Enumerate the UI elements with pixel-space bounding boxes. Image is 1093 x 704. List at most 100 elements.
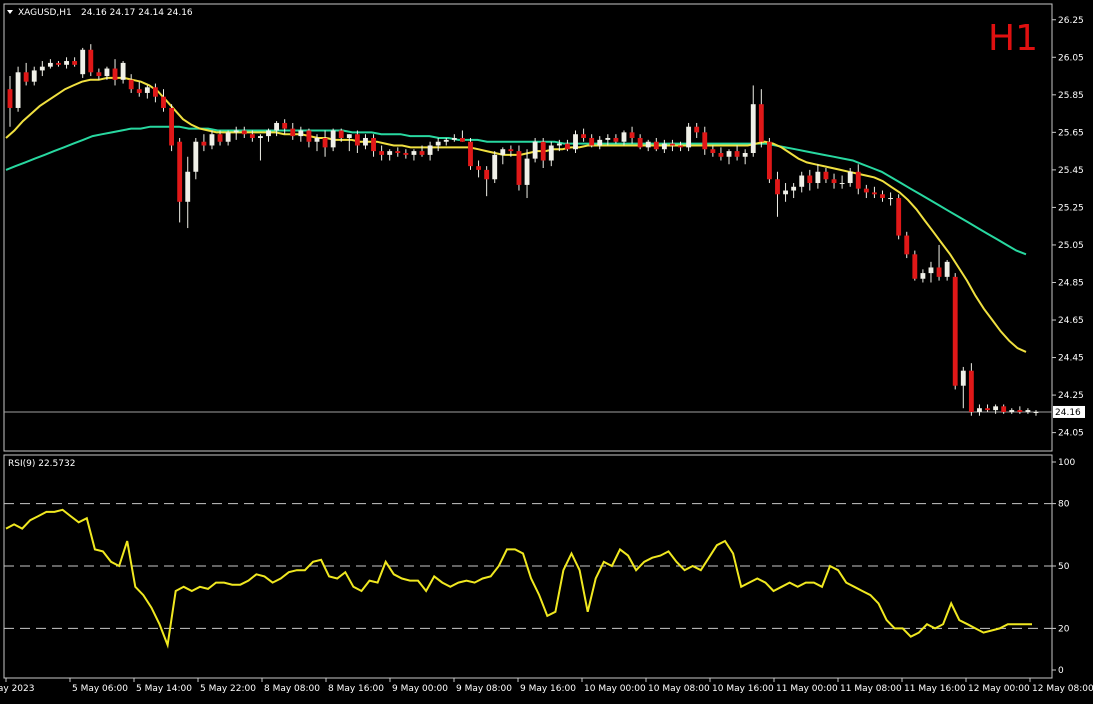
candle-body-bear	[338, 130, 344, 138]
candle-body-bear	[872, 192, 877, 195]
time-tick-label: 12 May 00:00	[968, 684, 1030, 694]
candle-body-bull	[427, 145, 433, 155]
candle-body-bull	[597, 139, 603, 146]
candle-body-bear	[241, 130, 247, 135]
candle-body-bear	[395, 151, 401, 153]
candle-body-bull	[120, 62, 126, 80]
candle-body-bull	[686, 126, 692, 148]
time-tick-label: 4 May 2023	[0, 684, 34, 694]
chart-canvas[interactable]: 26.25 26.05 25.85 25.65 25.45 25.25 25.05 24.85…	[0, 0, 1093, 700]
symbol-label: XAGUSD,H1	[18, 8, 72, 18]
current-price-label: 24.16	[1055, 408, 1081, 418]
candle	[516, 145, 522, 191]
candle-body-bull	[1025, 410, 1031, 412]
candle-body-bull	[492, 154, 498, 180]
candle-body-bear	[371, 137, 376, 152]
candle-body-bull	[31, 70, 37, 82]
candle-body-bull	[387, 151, 393, 155]
candle-body-bear	[282, 122, 288, 129]
candle-body-bear	[952, 276, 958, 386]
candle-body-bull	[532, 141, 538, 159]
candle-body-bear	[169, 107, 174, 146]
price-tick-label: 25.05	[1058, 241, 1084, 251]
candle	[952, 273, 958, 390]
candle-body-bear	[540, 141, 546, 161]
price-tick-label: 24.65	[1058, 316, 1084, 326]
candle-body-bear	[565, 143, 570, 150]
trading-chart[interactable]: 26.25 26.05 25.85 25.65 25.45 25.25 25.05 24.85…	[0, 0, 1093, 700]
candle-body-bull	[1033, 411, 1039, 413]
candle-body-bull	[815, 171, 821, 184]
candle-body-bull	[346, 134, 352, 138]
time-tick-label: 9 May 00:00	[392, 684, 448, 694]
candle-body-bull	[920, 273, 926, 279]
candle-body-bear	[670, 143, 675, 146]
candle-body-bear	[403, 152, 409, 155]
candle	[468, 137, 473, 170]
candle-body-bull	[15, 72, 21, 108]
candle-body-bear	[476, 166, 481, 170]
price-tick-label: 26.25	[1058, 16, 1084, 26]
candle-body-bull	[1009, 410, 1015, 412]
candle-body-bull	[661, 143, 667, 150]
candle-body-bear	[379, 151, 385, 155]
candle-body-bull	[839, 183, 845, 185]
candle-body-bear	[807, 175, 813, 184]
candle-body-bear	[306, 130, 312, 142]
price-tick-label: 25.65	[1058, 128, 1084, 138]
candle-body-bull	[193, 141, 199, 172]
candle-body-bull	[944, 261, 950, 277]
candle-body-bear	[96, 72, 102, 77]
candle	[686, 122, 692, 152]
candle-body-bull	[209, 134, 215, 146]
candle	[904, 231, 910, 259]
candle-body-bear	[775, 179, 780, 195]
candle-body-bear	[823, 171, 829, 180]
candle-body-bull	[435, 141, 441, 146]
candle-body-bear	[177, 141, 183, 202]
price-tick-label: 26.05	[1058, 53, 1084, 63]
candle-body-bull	[621, 132, 627, 142]
candle-body-bear	[419, 151, 425, 155]
time-tick-label: 10 May 08:00	[648, 684, 710, 694]
time-tick-label: 8 May 16:00	[328, 684, 384, 694]
time-tick-label: 12 May 08:00	[1032, 684, 1093, 694]
time-tick-label: 10 May 16:00	[712, 684, 774, 694]
candle-body-bear	[710, 149, 716, 153]
candle	[912, 250, 918, 281]
candle-body-bear	[653, 141, 659, 150]
candle-body-bear	[354, 134, 360, 146]
candle-body-bull	[993, 406, 999, 411]
candle-body-bear	[136, 89, 142, 93]
candle-body-bear	[912, 254, 918, 279]
candle-body-bear	[7, 89, 13, 108]
candle-body-bull	[258, 136, 263, 138]
candle-body-bear	[468, 141, 473, 167]
candle-body-bear	[249, 134, 255, 138]
candle-body-bull	[144, 87, 150, 93]
candle-body-bull	[928, 267, 934, 274]
candle-body-bear	[72, 61, 78, 65]
time-tick-label: 11 May 00:00	[776, 684, 838, 694]
candle-body-bull	[64, 61, 69, 65]
candle-body-bull	[443, 139, 449, 142]
candle-body-bull	[225, 132, 231, 142]
price-tick-label: 24.85	[1058, 278, 1084, 288]
candle-body-bull	[977, 408, 982, 412]
time-tick-label: 9 May 08:00	[456, 684, 512, 694]
candle-body-bear	[968, 370, 974, 412]
candle-body-bull	[47, 62, 53, 67]
candle-body-bull	[233, 130, 239, 133]
candle-body-bear	[508, 149, 514, 152]
candle-body-bear	[637, 137, 643, 148]
rsi-label: RSI(9) 22.5732	[8, 459, 75, 469]
candle	[896, 194, 902, 240]
candle-body-bull	[274, 122, 280, 131]
time-tick-label: 8 May 08:00	[264, 684, 320, 694]
price-tick-label: 24.05	[1058, 429, 1084, 439]
price-tick-label: 25.45	[1058, 166, 1084, 176]
candle-body-bear	[217, 134, 223, 142]
candle-body-bear	[855, 171, 861, 189]
candle-body-bull	[39, 66, 45, 71]
time-tick-label: 11 May 08:00	[840, 684, 902, 694]
